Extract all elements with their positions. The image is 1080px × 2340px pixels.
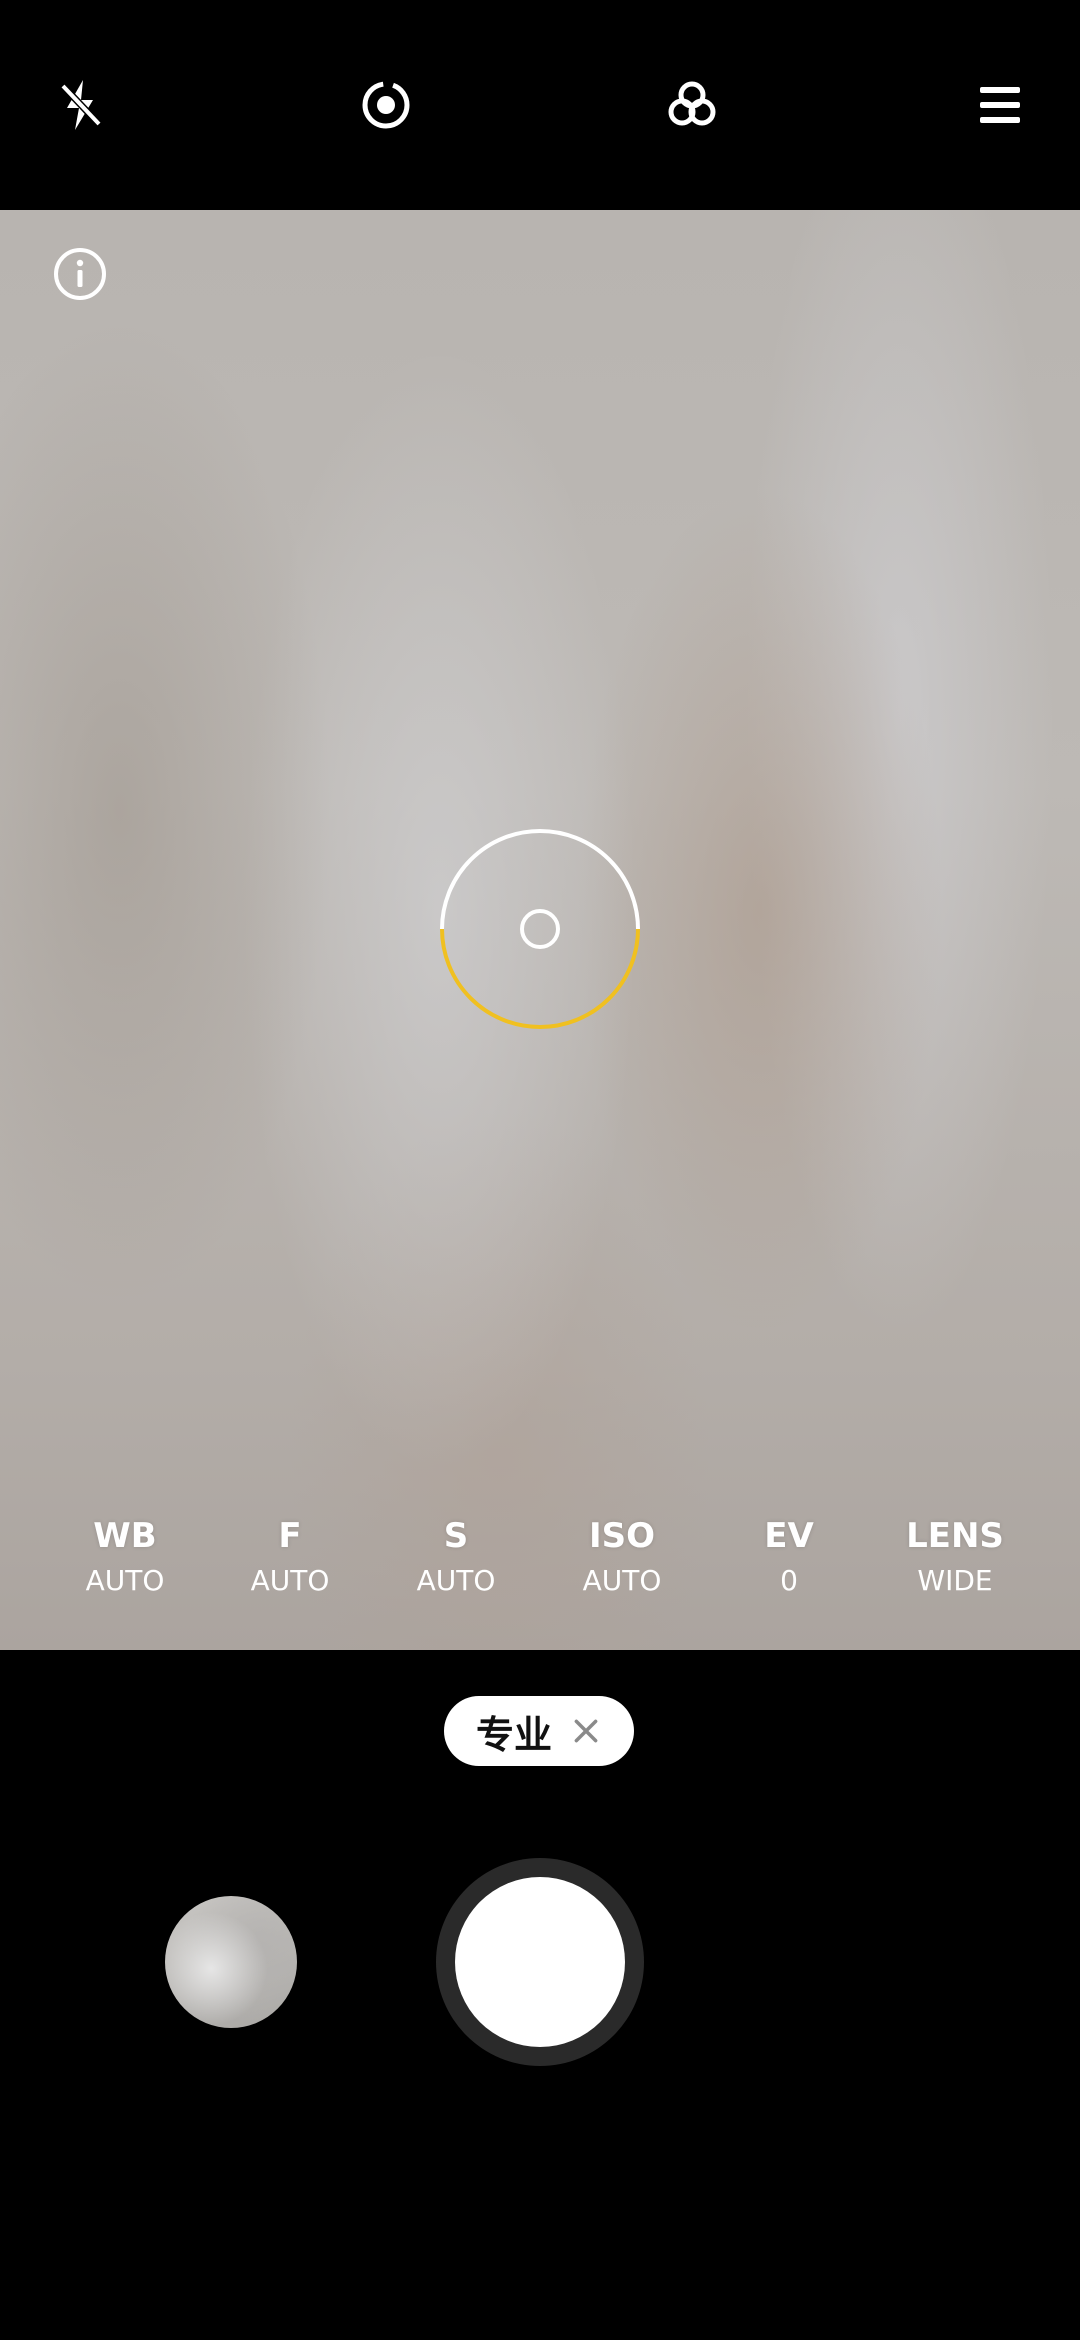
setting-value: 0 [780, 1564, 798, 1597]
setting-value: AUTO [85, 1564, 165, 1597]
setting-name: S [443, 1516, 469, 1556]
filter-icon[interactable] [657, 70, 727, 140]
mode-label: 专业 [475, 1712, 552, 1757]
setting-name: EV [764, 1516, 814, 1556]
setting-value: AUTO [582, 1564, 662, 1597]
pro-settings-row: WB AUTO F AUTO S AUTO ISO AUTO EV 0 LENS… [0, 1515, 1080, 1625]
pro-mode-chip[interactable]: 专业 [444, 1696, 634, 1766]
setting-s[interactable]: S AUTO [386, 1515, 526, 1601]
camera-app: WB AUTO F AUTO S AUTO ISO AUTO EV 0 LENS… [0, 0, 1080, 2340]
focus-ring [437, 826, 643, 1032]
top-bar [0, 0, 1080, 210]
setting-name: LENS [906, 1516, 1004, 1556]
setting-iso[interactable]: ISO AUTO [552, 1515, 692, 1601]
flash-off-icon[interactable] [45, 70, 115, 140]
setting-value: AUTO [416, 1564, 496, 1597]
info-icon[interactable] [52, 246, 108, 302]
close-icon[interactable] [570, 1715, 602, 1747]
setting-name: F [278, 1516, 302, 1556]
shutter-button[interactable] [455, 1877, 625, 2047]
gallery-thumbnail[interactable] [165, 1896, 297, 2028]
live-photo-icon[interactable] [351, 70, 421, 140]
setting-wb[interactable]: WB AUTO [55, 1515, 195, 1601]
setting-ev[interactable]: EV 0 [719, 1515, 859, 1601]
menu-icon[interactable] [965, 70, 1035, 140]
setting-value: WIDE [917, 1564, 993, 1597]
setting-lens[interactable]: LENS WIDE [885, 1515, 1025, 1601]
setting-name: WB [93, 1516, 157, 1556]
setting-name: ISO [588, 1516, 656, 1556]
setting-f[interactable]: F AUTO [220, 1515, 360, 1601]
setting-value: AUTO [250, 1564, 330, 1597]
